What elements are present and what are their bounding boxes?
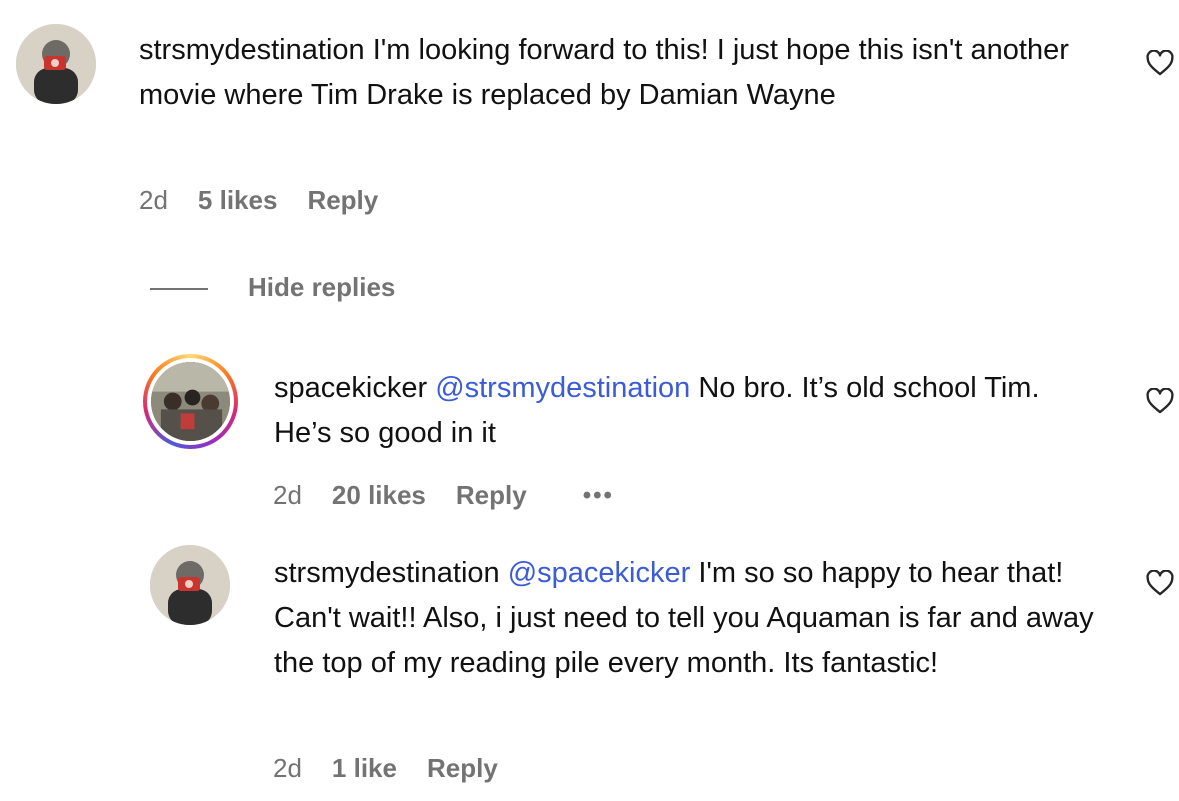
story-ring[interactable] [143, 354, 238, 449]
heart-outline-icon[interactable] [1146, 388, 1174, 414]
comment-meta: 2d 20 likes Reply ••• [273, 480, 614, 511]
more-options-icon[interactable]: ••• [583, 482, 614, 510]
comment-text: strsmydestination @spacekicker I'm so so… [274, 551, 1094, 686]
avatar[interactable] [16, 24, 96, 104]
comment-time: 2d [273, 753, 302, 783]
mention-link[interactable]: @spacekicker [508, 557, 691, 589]
comment-likes-link[interactable]: 5 likes [198, 185, 278, 216]
avatar [151, 362, 230, 441]
comment-text: spacekicker @strsmydestination No bro. I… [274, 366, 1074, 456]
reply-button[interactable]: Reply [456, 480, 527, 511]
comment-meta: 2d 5 likes Reply [139, 185, 378, 216]
mention-link[interactable]: @strsmydestination [435, 372, 690, 404]
comment-text: strsmydestination I'm looking forward to… [139, 28, 1099, 118]
comment-username[interactable]: spacekicker [274, 372, 427, 404]
reply-button[interactable]: Reply [307, 185, 378, 216]
comment-likes-link[interactable]: 20 likes [332, 480, 426, 511]
comment-time: 2d [139, 185, 168, 215]
comment-time: 2d [273, 480, 302, 510]
comment-meta: 2d 1 like Reply [273, 753, 498, 784]
hide-replies-button[interactable]: Hide replies [248, 272, 395, 303]
heart-outline-icon[interactable] [1146, 570, 1174, 596]
heart-outline-icon[interactable] [1146, 50, 1174, 76]
avatar[interactable] [150, 545, 230, 625]
divider-line [150, 288, 208, 290]
reply-button[interactable]: Reply [427, 753, 498, 784]
comment-likes-link[interactable]: 1 like [332, 753, 397, 784]
comment-username[interactable]: strsmydestination [139, 34, 365, 66]
comment-username[interactable]: strsmydestination [274, 557, 500, 589]
